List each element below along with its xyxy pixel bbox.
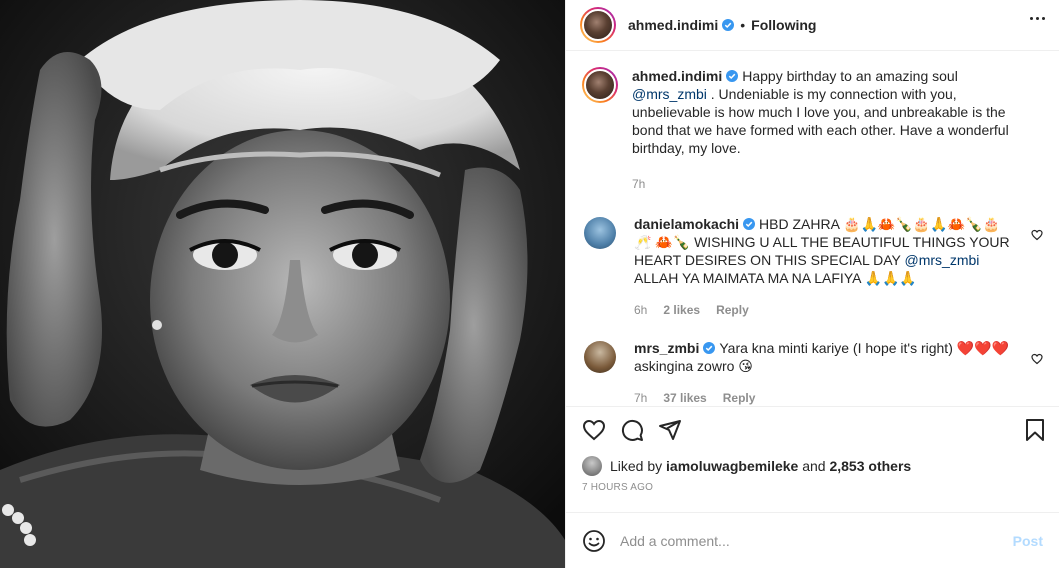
verified-badge-icon <box>726 70 739 82</box>
comments-list: ahmed.indimi Happy birthday to an amazing… <box>566 51 1059 406</box>
author-avatar[interactable] <box>580 7 616 43</box>
commenter-username[interactable]: mrs_zmbi <box>634 340 699 356</box>
commenter-username[interactable]: danielamokachi <box>634 216 739 232</box>
author-username[interactable]: ahmed.indimi <box>628 17 718 33</box>
header-separator: • <box>740 17 746 33</box>
post-comment-button[interactable]: Post <box>1013 533 1043 549</box>
emoji-icon[interactable] <box>582 529 606 553</box>
comment-item: mrs_zmbi Yara kna minti kariye (I hope it… <box>582 339 1043 406</box>
add-comment-input[interactable] <box>620 532 1013 549</box>
comment-icon[interactable] <box>620 418 644 442</box>
following-button[interactable]: Following <box>751 17 816 33</box>
verified-badge-icon <box>703 342 716 354</box>
share-icon[interactable] <box>658 418 682 442</box>
comment-mention[interactable]: @mrs_zmbi <box>905 252 980 268</box>
commenter-avatar[interactable] <box>584 341 616 373</box>
caption-avatar[interactable] <box>582 67 618 103</box>
caption: ahmed.indimi Happy birthday to an amazing… <box>582 67 1043 193</box>
caption-mention[interactable]: @mrs_zmbi <box>632 86 707 102</box>
likes-summary: Liked by iamoluwagbemileke and 2,853 oth… <box>566 452 1059 480</box>
more-options-icon[interactable] <box>1030 17 1045 20</box>
like-comment-heart-icon[interactable] <box>1031 353 1043 365</box>
post-actions <box>566 406 1059 452</box>
reply-button[interactable]: Reply <box>723 389 756 406</box>
comment-item: danielamokachi HBD ZAHRA 🎂🙏🦀🍾🎂🙏🦀🍾🎂🥂 🦀🍾 WI… <box>582 215 1043 319</box>
comment-time[interactable]: 6h <box>634 301 647 319</box>
portrait-image <box>0 0 565 568</box>
post-header: ahmed.indimi • Following <box>566 0 1059 51</box>
commenter-avatar[interactable] <box>584 217 616 249</box>
caption-text-before: Happy birthday to an amazing soul <box>742 68 958 84</box>
post-timestamp[interactable]: 7 HOURS AGO <box>566 482 1059 500</box>
comment-time[interactable]: 7h <box>634 389 647 406</box>
post-dialog: ahmed.indimi • Following ahmed.indimi Hap… <box>0 0 1059 568</box>
liker-username[interactable]: iamoluwagbemileke <box>666 458 798 474</box>
likes-others[interactable]: 2,853 others <box>829 458 911 474</box>
heart-icon[interactable] <box>582 418 606 442</box>
comment-likes[interactable]: 37 likes <box>663 389 706 406</box>
like-comment-heart-icon[interactable] <box>1031 229 1043 241</box>
likes-middle: and <box>802 458 826 474</box>
liker-avatar[interactable] <box>582 456 602 476</box>
verified-badge-icon <box>743 218 756 230</box>
post-side-panel: ahmed.indimi • Following ahmed.indimi Hap… <box>565 0 1059 568</box>
caption-time[interactable]: 7h <box>632 175 645 193</box>
reply-button[interactable]: Reply <box>716 301 749 319</box>
post-photo[interactable] <box>0 0 565 568</box>
bookmark-icon[interactable] <box>1023 418 1047 442</box>
caption-username[interactable]: ahmed.indimi <box>632 68 722 84</box>
likes-prefix: Liked by <box>610 458 663 474</box>
add-comment-bar: Post <box>566 512 1059 568</box>
comment-text-after: ALLAH YA MAIMATA MA NA LAFIYA 🙏🙏🙏 <box>634 270 917 286</box>
verified-badge-icon <box>722 19 735 31</box>
comment-likes[interactable]: 2 likes <box>663 301 700 319</box>
